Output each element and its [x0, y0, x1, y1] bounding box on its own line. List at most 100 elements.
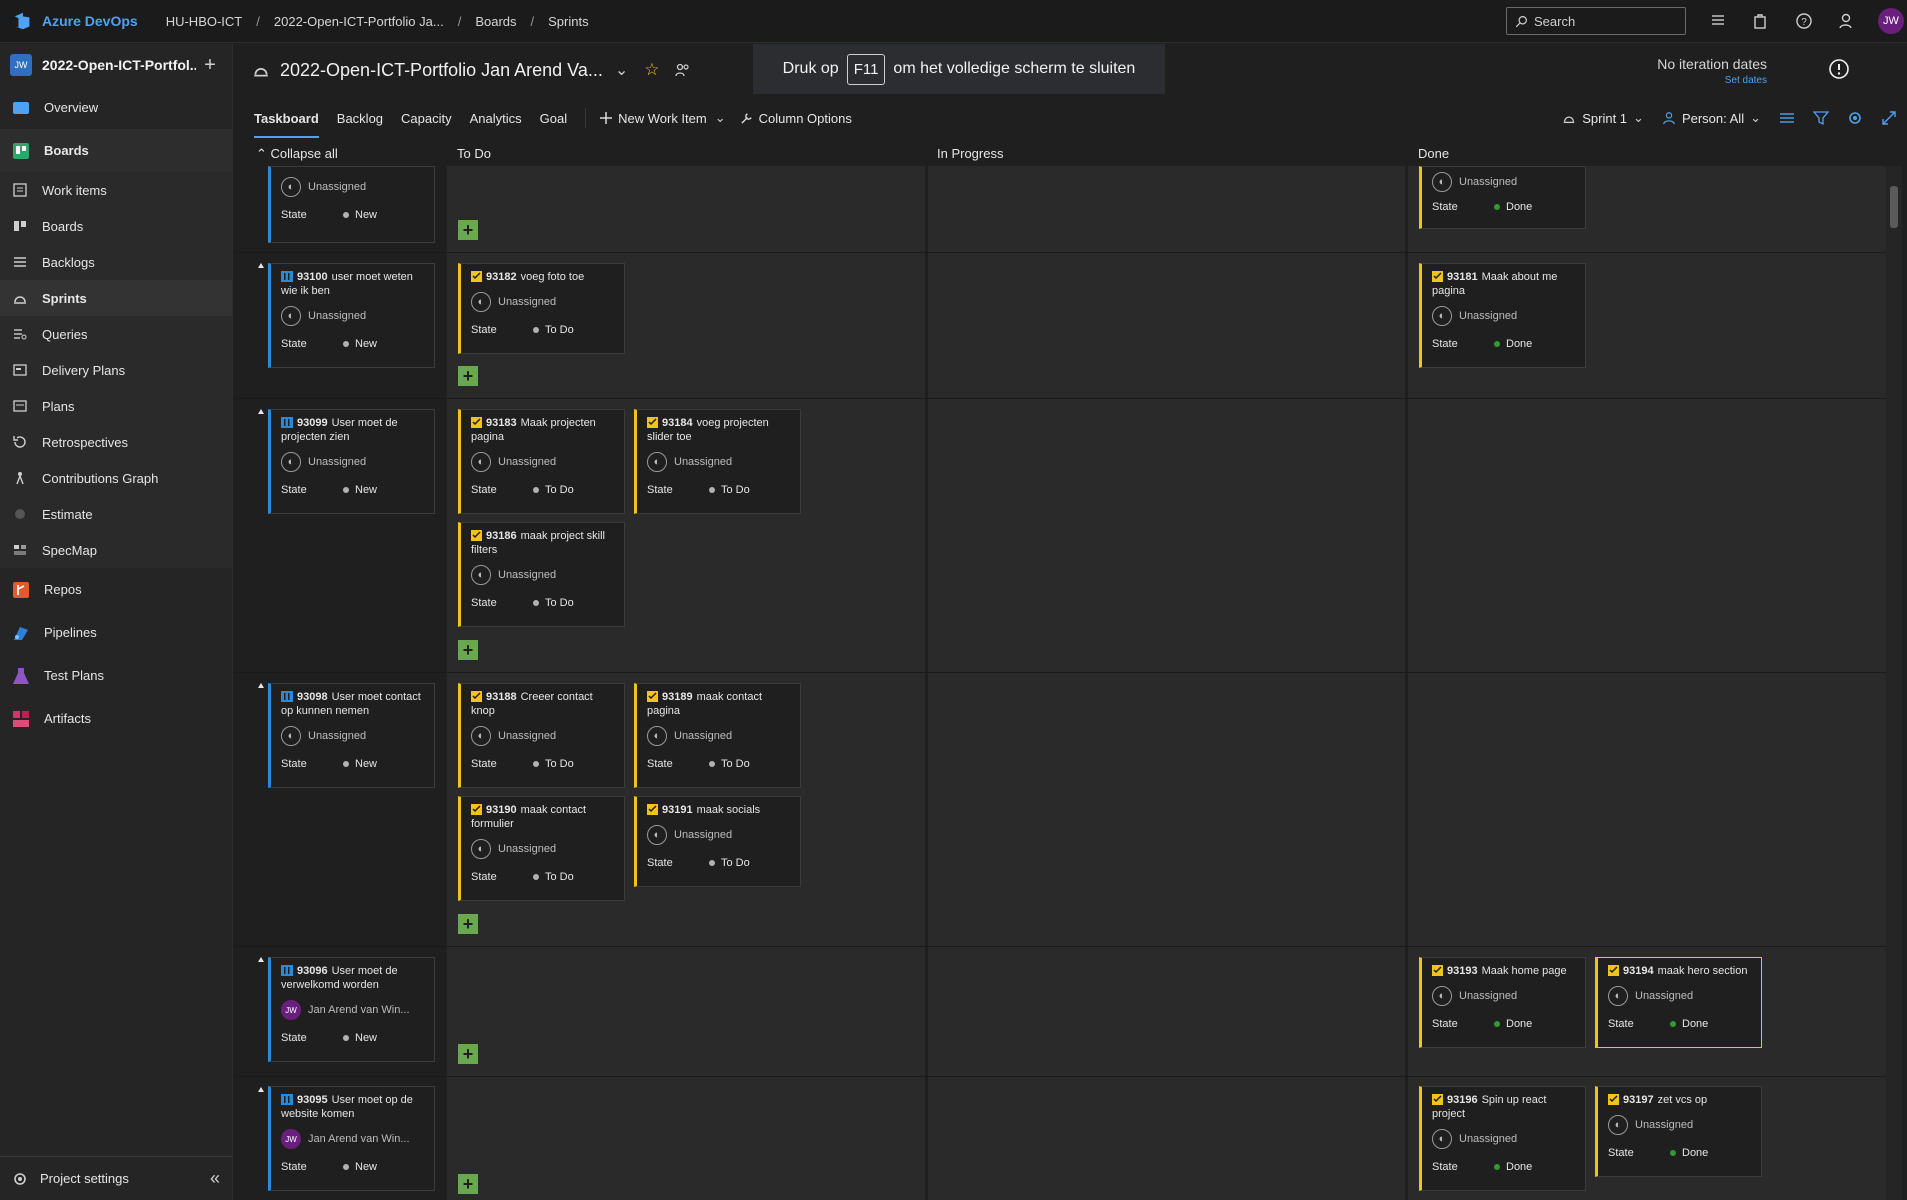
tab-taskboard[interactable]: Taskboard: [254, 96, 319, 140]
card-title[interactable]: maak socials: [697, 804, 761, 816]
add-task-button[interactable]: +: [458, 914, 478, 934]
marketplace-bag-icon[interactable]: [1750, 11, 1770, 31]
task-card-93194[interactable]: 93194 maak hero section ◐ Unassigned State…: [1595, 957, 1762, 1048]
person-filter[interactable]: Person: All ⌄: [1662, 110, 1761, 126]
project-header[interactable]: JW 2022-Open-ICT-Portfol... +: [0, 44, 232, 86]
nav-repos[interactable]: Repos: [0, 568, 232, 611]
sprint-picker[interactable]: Sprint 1 ⌄: [1562, 110, 1644, 126]
task-card-93191[interactable]: 93191 maak socials ◐ Unassigned State To Do: [634, 796, 801, 887]
project-name[interactable]: 2022-Open-ICT-Portfol...: [42, 57, 196, 73]
row-collapse-icon[interactable]: [258, 683, 264, 688]
story-card[interactable]: ◐ Unassigned State New: [268, 166, 435, 243]
new-work-item-label: New Work Item: [618, 110, 707, 126]
nav-estimate[interactable]: Estimate: [0, 496, 232, 532]
help-icon[interactable]: ?: [1794, 11, 1814, 31]
gear-icon[interactable]: [1847, 110, 1863, 126]
scrollbar-thumb[interactable]: [1890, 186, 1898, 228]
breadcrumb-boards[interactable]: Boards: [475, 14, 516, 29]
tab-capacity[interactable]: Capacity: [401, 96, 452, 140]
nav-boards[interactable]: Boards: [0, 208, 232, 244]
story-card-93096[interactable]: 93096 User moet de verwelkomd worden JW Ja…: [268, 957, 435, 1062]
search-input[interactable]: Search: [1506, 7, 1686, 35]
task-card-93182[interactable]: 93182 voeg foto toe ◐ Unassigned State To D…: [458, 263, 625, 354]
brand-link[interactable]: Azure DevOps: [42, 13, 138, 29]
task-card-93184[interactable]: 93184 voeg projecten slider toe ◐ Unassign…: [634, 409, 801, 514]
task-card-93186[interactable]: 93186 maak project skill filters ◐ Unassig…: [458, 522, 625, 627]
collapse-all-label: Collapse all: [270, 146, 338, 161]
nav-contributions-graph[interactable]: Contributions Graph: [0, 460, 232, 496]
card-title[interactable]: zet vcs op: [1658, 1094, 1708, 1106]
add-task-button[interactable]: +: [458, 220, 478, 240]
add-task-button[interactable]: +: [458, 640, 478, 660]
tab-analytics[interactable]: Analytics: [470, 96, 522, 140]
azure-devops-logo-icon[interactable]: [12, 10, 34, 32]
story-card-93100[interactable]: 93100 user moet weten wie ik ben ◐ Unassig…: [268, 263, 435, 368]
page-title[interactable]: 2022-Open-ICT-Portfolio Jan Arend Va...: [280, 60, 603, 81]
row-collapse-icon[interactable]: [258, 263, 264, 268]
fullscreen-icon[interactable]: [1881, 110, 1897, 126]
card-id: 93190: [486, 804, 517, 816]
board-scrollbar[interactable]: [1886, 166, 1902, 1200]
story-card-93095[interactable]: 93095 User moet op de website komen JW Jan…: [268, 1086, 435, 1191]
breadcrumb-project[interactable]: 2022-Open-ICT-Portfolio Ja...: [274, 14, 444, 29]
nav-test-plans[interactable]: Test Plans: [0, 654, 232, 697]
nav-queries-label: Queries: [42, 326, 88, 342]
task-card-93181[interactable]: 93181 Maak about me pagina ◐ Unassigned St…: [1419, 263, 1586, 368]
user-avatar[interactable]: JW: [1878, 8, 1904, 34]
card-title[interactable]: maak hero section: [1658, 965, 1748, 977]
nav-queries[interactable]: Queries: [0, 316, 232, 352]
nav-backlogs[interactable]: Backlogs: [0, 244, 232, 280]
settings-sliders-icon[interactable]: [1779, 110, 1795, 126]
card-title[interactable]: Maak home page: [1482, 965, 1567, 977]
task-card-93190[interactable]: 93190 maak contact formulier ◐ Unassigned …: [458, 796, 625, 901]
add-task-button[interactable]: +: [458, 1174, 478, 1194]
unassigned-avatar-icon: ◐: [1432, 306, 1452, 326]
list-settings-icon[interactable]: [1708, 11, 1728, 31]
tab-backlog[interactable]: Backlog: [337, 96, 383, 140]
set-dates-link[interactable]: Set dates: [1657, 75, 1767, 86]
nav-delivery-plans[interactable]: Delivery Plans: [0, 352, 232, 388]
row-collapse-icon[interactable]: [258, 957, 264, 962]
user-settings-icon[interactable]: [1837, 11, 1857, 31]
nav-pipelines[interactable]: Pipelines: [0, 611, 232, 654]
filter-icon[interactable]: [1813, 110, 1829, 126]
unassigned-avatar-icon: ◐: [647, 726, 667, 746]
chevron-down-icon[interactable]: ⌄: [615, 60, 628, 80]
new-work-item-button[interactable]: New Work Item ⌄: [600, 110, 726, 126]
row-collapse-icon[interactable]: [258, 409, 264, 414]
nav-plans[interactable]: Plans: [0, 388, 232, 424]
task-card-93193[interactable]: 93193 Maak home page ◐ Unassigned State Don…: [1419, 957, 1586, 1048]
task-card[interactable]: ◐ Unassigned State Done: [1419, 166, 1586, 229]
task-card-93183[interactable]: 93183 Maak projecten pagina ◐ Unassigned S…: [458, 409, 625, 514]
nav-specmap[interactable]: SpecMap: [0, 532, 232, 568]
story-card-93099[interactable]: 93099 User moet de projecten zien ◐ Unassi…: [268, 409, 435, 514]
collapse-sidebar-icon[interactable]: «: [210, 1168, 220, 1189]
nav-overview[interactable]: Overview: [0, 86, 232, 129]
project-settings-link[interactable]: Project settings «: [0, 1156, 232, 1200]
info-icon[interactable]: [1828, 58, 1850, 80]
collapse-all-button[interactable]: ⌃ Collapse all: [256, 146, 338, 162]
breadcrumb-sprints[interactable]: Sprints: [548, 14, 588, 29]
row-collapse-icon[interactable]: [258, 1087, 264, 1092]
nav-retrospectives[interactable]: Retrospectives: [0, 424, 232, 460]
collapse-up-icon: ⌃: [256, 146, 271, 161]
tab-goal[interactable]: Goal: [540, 96, 567, 140]
breadcrumb-org[interactable]: HU-HBO-ICT: [166, 14, 243, 29]
column-options-button[interactable]: Column Options: [740, 111, 852, 126]
task-card-93197[interactable]: 93197 zet vcs op ◐ Unassigned State Done: [1595, 1086, 1762, 1177]
add-task-button[interactable]: +: [458, 1044, 478, 1064]
add-icon[interactable]: +: [196, 54, 224, 77]
task-card-93189[interactable]: 93189 maak contact pagina ◐ Unassigned Sta…: [634, 683, 801, 788]
favorite-star-icon[interactable]: ☆: [644, 60, 659, 80]
nav-artifacts[interactable]: Artifacts: [0, 697, 232, 740]
task-card-93188[interactable]: 93188 Creeer contact knop ◐ Unassigned Sta…: [458, 683, 625, 788]
nav-work-items[interactable]: Work items: [0, 172, 232, 208]
team-members-icon[interactable]: [674, 62, 690, 78]
nav-backlogs-label: Backlogs: [42, 254, 95, 270]
nav-boards-hub[interactable]: Boards: [0, 129, 232, 172]
add-task-button[interactable]: +: [458, 366, 478, 386]
nav-sprints[interactable]: Sprints: [0, 280, 232, 316]
task-card-93196[interactable]: 93196 Spin up react project ◐ Unassigned S…: [1419, 1086, 1586, 1191]
story-card-93098[interactable]: 93098 User moet contact op kunnen nemen ◐…: [268, 683, 435, 788]
card-title[interactable]: voeg foto toe: [521, 271, 585, 283]
